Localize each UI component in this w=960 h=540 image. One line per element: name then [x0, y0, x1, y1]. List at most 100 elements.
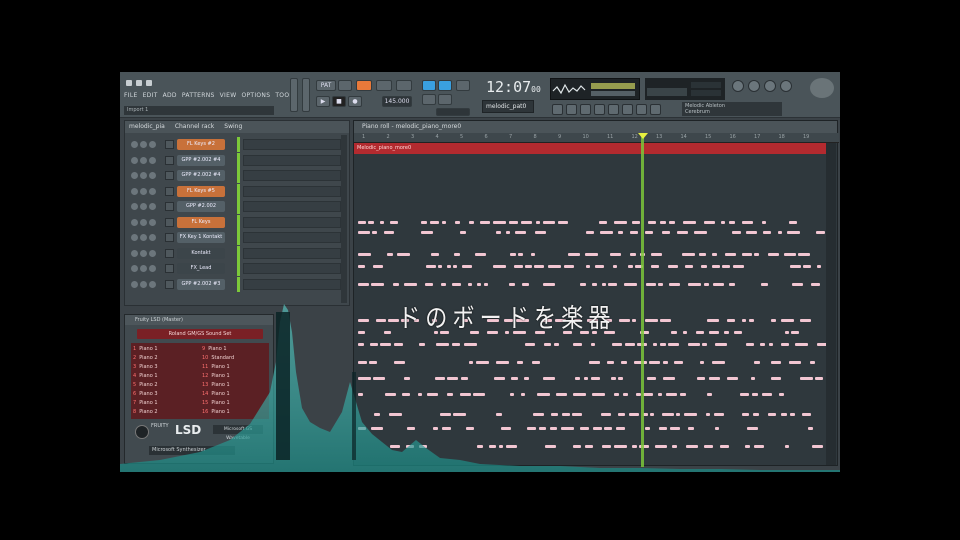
menu-options[interactable]: OPTIONS	[241, 92, 270, 99]
channel-name-button[interactable]: GPP #2.002 #4	[177, 154, 225, 166]
note[interactable]	[688, 343, 700, 346]
note[interactable]	[608, 283, 617, 286]
power-icon[interactable]	[732, 80, 744, 92]
microphone-icon[interactable]	[764, 80, 776, 92]
channel-name-button[interactable]: FL Keys	[177, 216, 225, 228]
help-icon[interactable]	[780, 80, 792, 92]
snap-selector[interactable]	[436, 108, 470, 116]
volume-knob-icon[interactable]	[149, 203, 156, 210]
note[interactable]	[668, 265, 678, 268]
song-mode-button[interactable]	[338, 80, 352, 91]
note[interactable]	[586, 231, 594, 234]
menu-file[interactable]: FILE	[124, 92, 138, 99]
channel-name-button[interactable]: FL Keys #2	[177, 139, 225, 150]
volume-knob-icon[interactable]	[149, 172, 156, 179]
note[interactable]	[358, 265, 365, 268]
note[interactable]	[784, 253, 796, 256]
blend-notes-icon[interactable]	[438, 94, 452, 105]
patch-item[interactable]: 11 Piano 1	[202, 363, 267, 372]
patch-item[interactable]: 3 Piano 3	[133, 363, 198, 372]
clip-label-bar[interactable]: Melodic_piano_more0	[354, 143, 826, 154]
note[interactable]	[798, 253, 810, 256]
note[interactable]	[431, 253, 439, 256]
note[interactable]	[358, 283, 369, 286]
mute-icon[interactable]	[131, 234, 138, 241]
note[interactable]	[688, 427, 694, 430]
channel-step-lane[interactable]	[243, 185, 341, 197]
note[interactable]	[660, 343, 666, 346]
channel-row[interactable]: GPP #2.002 #3	[125, 276, 351, 293]
note[interactable]	[453, 265, 457, 268]
note[interactable]	[514, 265, 523, 268]
note[interactable]	[493, 265, 506, 268]
note[interactable]	[745, 445, 750, 448]
note[interactable]	[385, 393, 396, 396]
note[interactable]	[747, 427, 758, 430]
note[interactable]	[660, 319, 671, 322]
note[interactable]	[393, 283, 399, 286]
note[interactable]	[436, 343, 449, 346]
note[interactable]	[808, 427, 813, 430]
mute-icon[interactable]	[131, 265, 138, 272]
note[interactable]	[358, 361, 367, 364]
note[interactable]	[371, 427, 383, 430]
mixer-icon[interactable]	[594, 104, 605, 115]
playhead-marker-icon[interactable]	[638, 133, 648, 139]
note[interactable]	[554, 343, 559, 346]
mixer-track-selector[interactable]	[165, 171, 174, 180]
note[interactable]	[469, 221, 474, 224]
patch-item[interactable]: 9 Piano 1	[202, 345, 267, 354]
note[interactable]	[650, 413, 654, 416]
channel-name-button[interactable]: FX_Lead	[177, 263, 225, 274]
note[interactable]	[521, 221, 532, 224]
channel-row[interactable]: FL Keys	[125, 214, 351, 231]
record-button[interactable]: ●	[348, 96, 362, 107]
note[interactable]	[489, 445, 496, 448]
note[interactable]	[688, 283, 701, 286]
note[interactable]	[789, 221, 797, 224]
menu-add[interactable]: ADD	[163, 92, 177, 99]
note[interactable]	[384, 231, 394, 234]
note[interactable]	[762, 393, 772, 396]
note[interactable]	[733, 265, 744, 268]
note[interactable]	[715, 343, 727, 346]
note[interactable]	[460, 231, 466, 234]
channel-select-led[interactable]	[237, 152, 240, 168]
note[interactable]	[677, 231, 688, 234]
note[interactable]	[535, 231, 546, 234]
patch-item[interactable]: 2 Piano 2	[133, 354, 198, 363]
note[interactable]	[573, 445, 581, 448]
note[interactable]	[630, 231, 638, 234]
note[interactable]	[811, 283, 820, 286]
note[interactable]	[575, 377, 580, 380]
time-display[interactable]: 12:0700	[486, 78, 541, 96]
note[interactable]	[506, 231, 510, 234]
note[interactable]	[586, 265, 590, 268]
channel-row[interactable]: Kontakt	[125, 245, 351, 262]
note[interactable]	[616, 427, 625, 430]
note[interactable]	[707, 393, 712, 396]
note[interactable]	[368, 221, 374, 224]
soundset-selector[interactable]: Roland GM/GS Sound Set	[137, 329, 263, 339]
note[interactable]	[369, 361, 377, 364]
pan-knob-icon[interactable]	[140, 156, 147, 164]
note[interactable]	[702, 343, 707, 346]
note[interactable]	[618, 377, 623, 380]
volume-knob[interactable]	[135, 425, 149, 439]
plugin-database-icon[interactable]	[622, 104, 633, 115]
note[interactable]	[632, 221, 640, 224]
channel-select-led[interactable]	[237, 261, 240, 276]
note[interactable]	[763, 231, 771, 234]
note[interactable]	[647, 377, 656, 380]
note[interactable]	[358, 253, 371, 256]
speaker-icon[interactable]	[748, 80, 760, 92]
note[interactable]	[625, 343, 635, 346]
note[interactable]	[721, 221, 725, 224]
channel-rack-header[interactable]: melodic_pia Channel rack Swing	[125, 121, 349, 133]
note[interactable]	[614, 445, 627, 448]
patch-item[interactable]: 16 Piano 1	[202, 408, 267, 417]
note[interactable]	[779, 393, 784, 396]
note[interactable]	[499, 445, 503, 448]
volume-knob-icon[interactable]	[149, 156, 156, 164]
note[interactable]	[358, 331, 365, 334]
